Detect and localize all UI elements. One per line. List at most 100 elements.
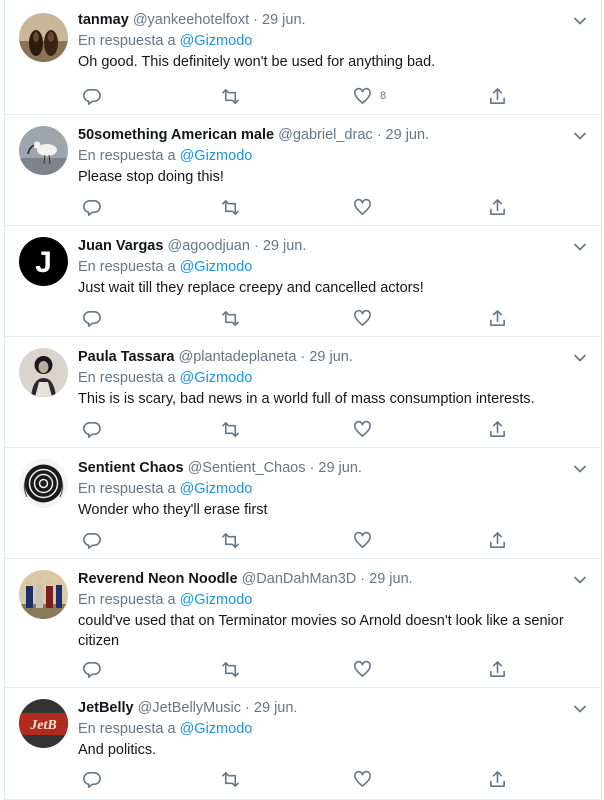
like-button[interactable]	[353, 768, 380, 790]
svg-text:JetB: JetB	[29, 718, 56, 733]
share-button[interactable]	[488, 196, 507, 218]
avatar[interactable]	[19, 459, 68, 508]
tweet-header: Sentient Chaos @Sentient_Chaos · 29 jun.	[78, 460, 362, 476]
reply-icon	[83, 661, 101, 678]
user-handle[interactable]: @agoodjuan	[167, 238, 249, 254]
tweet[interactable]: Reverend Neon Noodle @DanDahMan3D · 29 j…	[5, 559, 601, 688]
display-name[interactable]: Reverend Neon Noodle	[78, 571, 238, 587]
share-button[interactable]	[488, 658, 507, 680]
tweet-date[interactable]: 29 jun.	[309, 349, 353, 365]
tweet-date[interactable]: 29 jun.	[263, 238, 307, 254]
reply-to-handle[interactable]: @Gizmodo	[180, 370, 253, 386]
display-name[interactable]: tanmay	[78, 12, 129, 28]
reply-to-handle[interactable]: @Gizmodo	[180, 148, 253, 164]
retweet-button[interactable]	[221, 768, 240, 790]
like-button[interactable]: 8	[353, 85, 386, 107]
user-handle[interactable]: @Sentient_Chaos	[188, 460, 306, 476]
heart-icon	[354, 660, 371, 677]
tweet[interactable]: Paula Tassara @plantadeplaneta · 29 jun.…	[5, 337, 601, 448]
display-name[interactable]: 50something American male	[78, 127, 274, 143]
like-button[interactable]	[353, 307, 380, 329]
like-button[interactable]	[353, 529, 380, 551]
reply-to-handle[interactable]: @Gizmodo	[180, 33, 253, 49]
reply-button[interactable]	[83, 307, 102, 329]
chevron-down-icon[interactable]	[571, 238, 589, 256]
share-button[interactable]	[488, 307, 507, 329]
display-name[interactable]: Juan Vargas	[78, 238, 163, 254]
retweet-button[interactable]	[221, 307, 240, 329]
tweet-text: Just wait till they replace creepy and c…	[78, 280, 424, 296]
tweet[interactable]: Sentient Chaos @Sentient_Chaos · 29 jun.…	[5, 448, 601, 559]
tweet[interactable]: tanmay @yankeehotelfoxt · 29 jun. En res…	[5, 0, 601, 115]
tweet-header: Paula Tassara @plantadeplaneta · 29 jun.	[78, 349, 353, 365]
tweet[interactable]: JetB JetBelly @JetBellyMusic · 29 jun. E…	[5, 688, 601, 800]
display-name[interactable]: Sentient Chaos	[78, 460, 184, 476]
heart-icon	[354, 531, 371, 548]
chevron-down-icon[interactable]	[571, 12, 589, 30]
avatar[interactable]: JetB	[19, 699, 68, 748]
retweet-button[interactable]	[221, 196, 240, 218]
tweet[interactable]: 50something American male @gabriel_drac …	[5, 115, 601, 226]
retweet-button[interactable]	[221, 658, 240, 680]
retweet-button[interactable]	[221, 418, 240, 440]
tweet-header: tanmay @yankeehotelfoxt · 29 jun.	[78, 12, 306, 28]
display-name[interactable]: Paula Tassara	[78, 349, 174, 365]
share-button[interactable]	[488, 85, 507, 107]
reply-to-handle[interactable]: @Gizmodo	[180, 592, 253, 608]
reply-context: En respuesta a @Gizmodo	[78, 719, 252, 739]
chevron-down-icon[interactable]	[571, 700, 589, 718]
reply-button[interactable]	[83, 196, 102, 218]
user-handle[interactable]: @DanDahMan3D	[242, 571, 357, 587]
chevron-down-icon[interactable]	[571, 127, 589, 145]
reply-to-handle[interactable]: @Gizmodo	[180, 259, 253, 275]
tweet-date[interactable]: 29 jun.	[254, 700, 298, 716]
tweet-date[interactable]: 29 jun.	[262, 12, 306, 28]
reply-button[interactable]	[83, 658, 102, 680]
reply-button[interactable]	[83, 418, 102, 440]
avatar[interactable]	[19, 570, 68, 619]
reply-button[interactable]	[83, 529, 102, 551]
chevron-down-icon[interactable]	[571, 349, 589, 367]
tweet-date[interactable]: 29 jun.	[318, 460, 362, 476]
share-button[interactable]	[488, 768, 507, 790]
tweet-date[interactable]: 29 jun.	[369, 571, 413, 587]
chevron-down-icon[interactable]	[571, 460, 589, 478]
avatar[interactable]	[19, 348, 68, 397]
reply-icon	[83, 421, 101, 438]
share-icon	[490, 420, 505, 437]
user-handle[interactable]: @plantadeplaneta	[179, 349, 297, 365]
chevron-down-icon[interactable]	[571, 571, 589, 589]
avatar[interactable]	[19, 13, 68, 62]
reply-button[interactable]	[83, 768, 102, 790]
share-button[interactable]	[488, 529, 507, 551]
tweet-date[interactable]: 29 jun.	[386, 127, 430, 143]
like-button[interactable]	[353, 658, 380, 680]
reply-prefix: En respuesta a	[78, 33, 176, 49]
like-button[interactable]	[353, 418, 380, 440]
like-count: 8	[380, 90, 387, 102]
retweet-button[interactable]	[221, 85, 240, 107]
user-handle[interactable]: @JetBellyMusic	[138, 700, 241, 716]
share-button[interactable]	[488, 418, 507, 440]
tweet[interactable]: J Juan Vargas @agoodjuan · 29 jun. En re…	[5, 226, 601, 337]
tweet-actions	[77, 418, 507, 440]
user-handle[interactable]: @yankeehotelfoxt	[133, 12, 249, 28]
heart-icon	[354, 309, 371, 326]
retweet-button[interactable]	[221, 529, 240, 551]
tweet-actions: 8	[77, 85, 507, 107]
avatar[interactable]: J	[19, 237, 68, 286]
tweet-text: Oh good. This definitely won't be used f…	[78, 54, 436, 70]
retweet-icon	[222, 88, 239, 104]
reply-context: En respuesta a @Gizmodo	[78, 31, 252, 51]
share-icon	[490, 309, 505, 326]
retweet-icon	[222, 532, 239, 548]
display-name[interactable]: JetBelly	[78, 700, 134, 716]
avatar[interactable]	[19, 126, 68, 175]
reply-to-handle[interactable]: @Gizmodo	[180, 481, 253, 497]
reply-button[interactable]	[83, 85, 102, 107]
like-button[interactable]	[353, 196, 380, 218]
retweet-icon	[222, 421, 239, 437]
user-handle[interactable]: @gabriel_drac	[278, 127, 373, 143]
tweet-header: JetBelly @JetBellyMusic · 29 jun.	[78, 700, 298, 716]
reply-to-handle[interactable]: @Gizmodo	[180, 721, 253, 737]
